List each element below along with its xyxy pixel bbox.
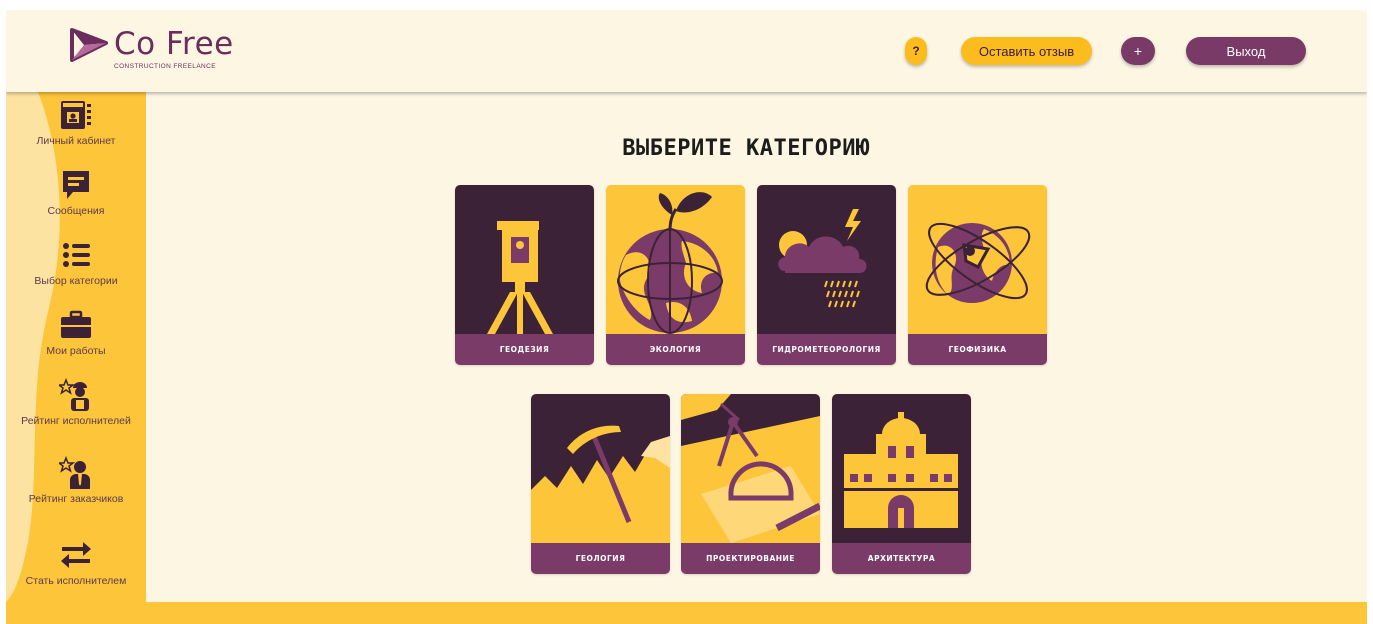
building-icon [832,394,971,543]
sidebar-item-customer-rating[interactable]: Рейтинг заказчиков [6,456,146,524]
add-button[interactable]: + [1121,37,1155,65]
header: Co Free CONSTRUCTION FREELANCE ? Оставит… [6,10,1367,92]
leave-review-button[interactable]: Оставить отзыв [961,37,1092,65]
category-card-architecture[interactable]: АРХИТЕКТУРА [832,394,971,574]
profile-card-icon [59,98,93,132]
worker-rating-icon [59,378,93,412]
swap-arrows-icon [59,538,93,572]
logo-text: Co Free [114,26,234,62]
sidebar-item-my-works[interactable]: Мои работы [6,308,146,376]
chat-message-icon [59,168,93,202]
sidebar-item-label: Личный кабинет [36,135,116,147]
category-card-design[interactable]: ПРОЕКТИРОВАНИЕ [681,394,820,574]
category-card-geophysics[interactable]: ГЕОФИЗИКА [908,185,1047,365]
sidebar-item-label: Рейтинг исполнителей [21,415,131,427]
sidebar-item-label: Выбор категории [34,275,118,287]
storm-cloud-icon [757,185,896,334]
category-label: ГЕОДЕЗИЯ [455,334,594,365]
sidebar-item-label: Сообщения [47,205,105,217]
sidebar: Личный кабинет Сообщения Выбор категории… [6,92,146,602]
help-button[interactable]: ? [905,37,927,65]
category-card-hydrometeorology[interactable]: ГИДРОМЕТЕОРОЛОГИЯ [757,185,896,365]
footer-bar [6,602,1367,624]
category-card-geodesy[interactable]: ГЕОДЕЗИЯ [455,185,594,365]
category-label: ПРОЕКТИРОВАНИЕ [681,543,820,574]
category-label: ЭКОЛОГИЯ [606,334,745,365]
sidebar-item-profile[interactable]: Личный кабинет [6,98,146,166]
sidebar-item-label: Мои работы [46,345,106,357]
sidebar-item-label: Стать исполнителем [25,575,127,587]
logo-tagline: CONSTRUCTION FREELANCE [114,63,216,70]
customer-rating-icon [59,456,93,490]
category-card-ecology[interactable]: ЭКОЛОГИЯ [606,185,745,365]
briefcase-icon [59,308,93,342]
sidebar-item-worker-rating[interactable]: Рейтинг исполнителей [6,378,146,446]
globe-sprout-icon [606,185,745,334]
category-label: ГЕОЛОГИЯ [531,543,670,574]
list-icon [59,238,93,272]
logo[interactable]: Co Free CONSTRUCTION FREELANCE [68,24,248,76]
category-label: АРХИТЕКТУРА [832,543,971,574]
sidebar-item-category[interactable]: Выбор категории [6,238,146,306]
logo-triangle-icon [70,28,108,62]
category-label: ГИДРОМЕТЕОРОЛОГИЯ [757,334,896,365]
sidebar-item-messages[interactable]: Сообщения [6,168,146,236]
category-label: ГЕОФИЗИКА [908,334,1047,365]
category-card-geology[interactable]: ГЕОЛОГИЯ [531,394,670,574]
pickaxe-mountains-icon [531,394,670,543]
drafting-tools-icon [681,394,820,543]
theodolite-icon [455,185,594,334]
logout-button[interactable]: Выход [1186,37,1306,65]
page-title: ВЫБЕРИТЕ КАТЕГОРИЮ [622,136,870,161]
sidebar-item-become-worker[interactable]: Стать исполнителем [6,538,146,602]
globe-orbit-icon [908,185,1047,334]
app-window: Co Free CONSTRUCTION FREELANCE ? Оставит… [6,10,1367,624]
sidebar-item-label: Рейтинг заказчиков [28,493,124,505]
